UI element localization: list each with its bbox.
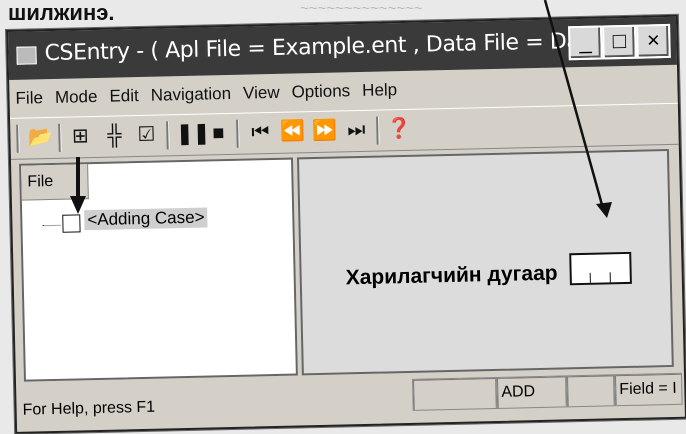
pointer-arrow-head [596,202,612,218]
pointer-arrow-line [543,0,606,213]
annotation-arrows [70,0,612,218]
down-arrow-head [70,196,86,214]
